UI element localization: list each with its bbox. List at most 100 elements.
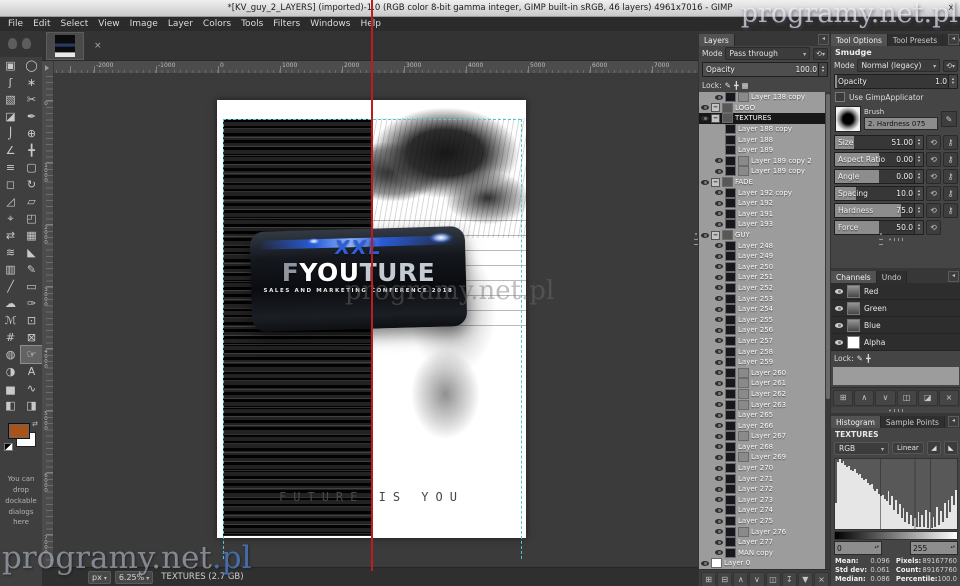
- mypaint-brush-tool[interactable]: ℳ: [0, 312, 21, 329]
- unified-transform-tool[interactable]: ◻: [0, 176, 21, 193]
- link-brush-icon[interactable]: ⚷: [943, 135, 958, 150]
- tab-histogram[interactable]: Histogram: [831, 416, 881, 428]
- rectangle-select-tool[interactable]: ▣: [0, 57, 21, 74]
- smudge-tool[interactable]: ☞: [21, 346, 42, 363]
- duplicate-layer-button[interactable]: ◫: [766, 572, 781, 586]
- image-tab-close-icon[interactable]: ×: [94, 41, 102, 51]
- spinner-buttons[interactable]: [948, 75, 957, 88]
- layer-mode-dropdown[interactable]: Pass through: [725, 47, 810, 60]
- perspective-clone-tool[interactable]: ⊠: [21, 329, 42, 346]
- clone-tool[interactable]: ⊡: [21, 312, 42, 329]
- move-tool[interactable]: ╋: [21, 142, 42, 159]
- paintbrush-tool[interactable]: ╱: [0, 278, 21, 295]
- spinner-buttons[interactable]: [914, 187, 923, 200]
- visibility-eye-icon[interactable]: [715, 413, 723, 418]
- layer-row[interactable]: Layer 189: [699, 145, 825, 156]
- channel-row[interactable]: Green: [831, 300, 960, 317]
- layer-row[interactable]: Layer 189 copy 2: [699, 156, 825, 167]
- delete-channel-button[interactable]: ×: [939, 390, 959, 406]
- layer-row[interactable]: Layer 274: [699, 505, 825, 516]
- opacity-slider[interactable]: Opacity 1.0: [834, 74, 958, 89]
- reset-icon[interactable]: ⟲: [926, 135, 941, 150]
- layer-row[interactable]: Layer 265: [699, 410, 825, 421]
- mode-switch-button[interactable]: ⟲: [813, 48, 828, 60]
- lower-channel-button[interactable]: ∨: [875, 390, 895, 406]
- lock-position-icon[interactable]: ╋: [734, 81, 739, 90]
- spinner-buttons[interactable]: [914, 204, 923, 217]
- layer-row[interactable]: Layer 271: [699, 473, 825, 484]
- layer-row[interactable]: GUY: [699, 230, 825, 241]
- tab-tool-presets[interactable]: Tool Presets: [888, 34, 943, 46]
- new-group-button[interactable]: ⊟: [717, 572, 732, 586]
- layer-row[interactable]: Layer 268: [699, 442, 825, 453]
- layer-row[interactable]: Layer 192: [699, 198, 825, 209]
- visibility-eye-icon[interactable]: [715, 169, 723, 174]
- layer-row[interactable]: Layer 253: [699, 293, 825, 304]
- layer-row[interactable]: Layer 260: [699, 367, 825, 378]
- merge-down-button[interactable]: ▼: [798, 572, 813, 586]
- visibility-eye-icon[interactable]: [715, 285, 723, 290]
- visibility-eye-icon[interactable]: [701, 233, 709, 238]
- visibility-eye-icon[interactable]: [715, 508, 723, 513]
- channel-row[interactable]: Alpha: [831, 334, 960, 351]
- menu-item[interactable]: File: [3, 17, 28, 31]
- visibility-eye-icon[interactable]: [715, 158, 723, 163]
- visibility-eye-icon[interactable]: [701, 561, 709, 566]
- panel-menu-icon[interactable]: ◂: [818, 34, 829, 45]
- scissors-select-tool[interactable]: ✂: [21, 91, 42, 108]
- linear-histogram-icon[interactable]: ◢: [927, 441, 941, 455]
- layer-row[interactable]: Layer 188 copy: [699, 124, 825, 135]
- mode-switch-button[interactable]: ⟲: [943, 60, 958, 72]
- visibility-eye-icon[interactable]: [715, 476, 723, 481]
- layer-row[interactable]: Layer 262: [699, 389, 825, 400]
- channel-to-selection-button[interactable]: ◪: [918, 390, 938, 406]
- dock-drag-handle[interactable]: [879, 232, 883, 248]
- ellipse-select-tool[interactable]: ◯: [21, 57, 42, 74]
- visibility-eye-icon[interactable]: [835, 323, 843, 328]
- swap-colors-icon[interactable]: ⇄: [32, 420, 38, 428]
- layer-row[interactable]: MAN copy: [699, 548, 825, 559]
- visibility-eye-icon[interactable]: [835, 340, 843, 345]
- layer-row[interactable]: Layer 192 copy: [699, 187, 825, 198]
- bucket-fill-tool[interactable]: ◣: [21, 244, 42, 261]
- visibility-eye-icon[interactable]: [715, 402, 723, 407]
- menu-item[interactable]: Image: [125, 17, 163, 31]
- link-brush-icon[interactable]: ⚷: [943, 169, 958, 184]
- layer-row[interactable]: Layer 277: [699, 537, 825, 548]
- perspective-tool[interactable]: ◰: [21, 210, 42, 227]
- visibility-eye-icon[interactable]: [715, 264, 723, 269]
- color-balance-tool[interactable]: ◨: [21, 397, 42, 414]
- layer-row[interactable]: Layer 270: [699, 463, 825, 474]
- layer-row[interactable]: LOGO: [699, 103, 825, 114]
- measure-tool[interactable]: ∠: [0, 142, 21, 159]
- flip-tool[interactable]: ⇄: [0, 227, 21, 244]
- spinner-buttons[interactable]: [914, 170, 923, 183]
- layer-row[interactable]: Layer 276: [699, 526, 825, 537]
- visibility-eye-icon[interactable]: [835, 306, 843, 311]
- spinner-buttons[interactable]: [914, 136, 923, 149]
- edit-brush-icon[interactable]: ✎: [941, 111, 957, 127]
- reset-icon[interactable]: ⟲: [926, 220, 941, 235]
- layer-row[interactable]: Layer 258: [699, 346, 825, 357]
- reset-icon[interactable]: ⟲: [926, 169, 941, 184]
- layer-row[interactable]: Layer 257: [699, 336, 825, 347]
- delete-layer-button[interactable]: ×: [814, 572, 829, 586]
- new-layer-button[interactable]: ⊞: [701, 572, 716, 586]
- link-brush-icon[interactable]: ⚷: [943, 203, 958, 218]
- menu-item[interactable]: Tools: [236, 17, 268, 31]
- visibility-eye-icon[interactable]: [715, 370, 723, 375]
- visibility-eye-icon[interactable]: [715, 423, 723, 428]
- spinner-buttons[interactable]: [914, 221, 923, 234]
- hardness-slider[interactable]: Hardness 75.0: [834, 203, 924, 218]
- layer-row[interactable]: Layer 256: [699, 325, 825, 336]
- select-by-color-tool[interactable]: ▧: [0, 91, 21, 108]
- visibility-eye-icon[interactable]: [715, 444, 723, 449]
- tab-channels[interactable]: Channels: [831, 271, 877, 283]
- new-channel-button[interactable]: ⊞: [833, 390, 853, 406]
- expander-icon[interactable]: [711, 231, 720, 240]
- reset-icon[interactable]: ⟲: [926, 203, 941, 218]
- layer-row[interactable]: Layer 0: [699, 558, 825, 569]
- title-bar[interactable]: *[KV_guy_2_LAYERS] (imported)-1.0 (RGB c…: [0, 0, 960, 17]
- spinner-buttons[interactable]: [818, 63, 827, 76]
- layer-row[interactable]: Layer 188: [699, 134, 825, 145]
